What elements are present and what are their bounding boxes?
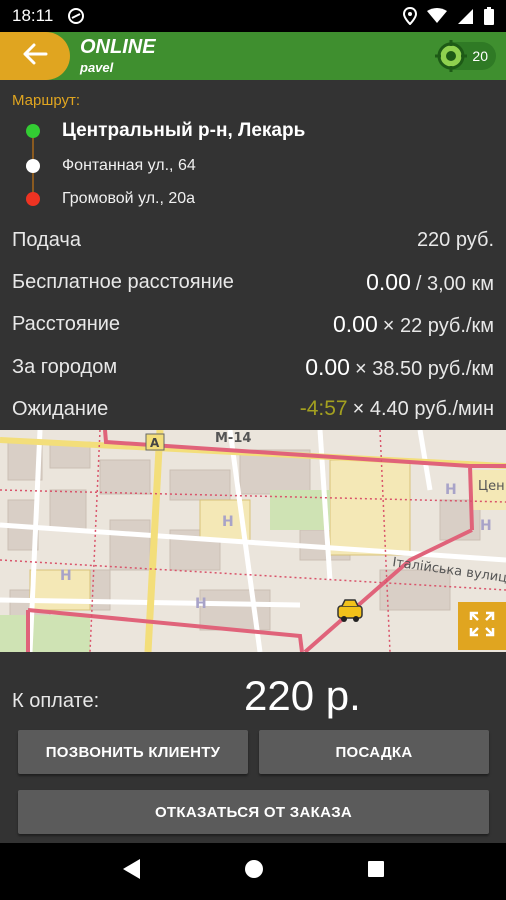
app-bar: ONLINE pavel 20 bbox=[0, 32, 506, 80]
fullscreen-icon bbox=[469, 611, 495, 642]
status-bar: 18:11 bbox=[0, 0, 506, 32]
map-view[interactable]: HHH HH А М-14 Італійська вулиц Цен bbox=[0, 430, 506, 652]
gps-status[interactable]: 20 bbox=[434, 39, 496, 73]
boarding-button[interactable]: ПОСАДКА bbox=[259, 730, 489, 774]
battery-icon bbox=[484, 7, 494, 25]
distance-label: Расстояние bbox=[12, 312, 121, 335]
free-distance-unit: / 3,00 км bbox=[415, 272, 494, 295]
outside-city-label: За городом bbox=[12, 355, 118, 378]
android-circle-icon bbox=[67, 7, 85, 25]
distance-rate: × 22 руб./км bbox=[382, 314, 494, 337]
outside-city-rate: × 38.50 руб./км bbox=[354, 357, 494, 380]
fare-row-outside-city: За городом 0.00 × 38.50 руб./км bbox=[12, 352, 494, 382]
payment-amount: 220 р. bbox=[244, 672, 361, 719]
map-canvas: HHH HH А М-14 Італійська вулиц Цен bbox=[0, 430, 506, 652]
arrow-left-icon bbox=[22, 43, 48, 70]
area-name-label: Цен bbox=[478, 479, 505, 494]
nav-recents-icon[interactable] bbox=[366, 859, 386, 884]
fare-row-pickup: Подача 220 руб. bbox=[12, 225, 494, 255]
stop-end-dot bbox=[26, 192, 40, 206]
fare-row-distance: Расстояние 0.00 × 22 руб./км bbox=[12, 309, 494, 339]
fare-row-waiting: Ожидание -4:57 × 4.40 руб./мин bbox=[12, 394, 494, 424]
distance-value: 0.00 bbox=[333, 310, 378, 337]
stop-start-label: Центральный р-н, Лекарь bbox=[62, 120, 306, 141]
cancel-order-button[interactable]: ОТКАЗАТЬСЯ ОТ ЗАКАЗА bbox=[18, 790, 489, 834]
svg-text:H: H bbox=[60, 568, 72, 584]
waiting-label: Ожидание bbox=[12, 397, 109, 420]
waiting-rate: × 4.40 руб./мин bbox=[352, 398, 494, 420]
free-distance-label: Бесплатное расстояние bbox=[12, 270, 234, 293]
stop-start-dot bbox=[26, 124, 40, 138]
payment-label: К оплате: bbox=[12, 690, 100, 712]
system-nav-bar bbox=[0, 843, 506, 900]
nav-back-icon[interactable] bbox=[120, 857, 142, 886]
stop-middle-label: Фонтанная ул., 64 bbox=[62, 157, 196, 174]
free-distance-value: 0.00 bbox=[366, 268, 411, 295]
road-name-label: М-14 bbox=[215, 431, 251, 446]
pickup-label: Подача bbox=[12, 228, 81, 251]
back-button[interactable] bbox=[0, 32, 70, 80]
waiting-timer: -4:57 bbox=[299, 397, 348, 420]
route-heading: Маршрут: bbox=[12, 92, 81, 109]
svg-text:H: H bbox=[222, 514, 234, 530]
svg-text:H: H bbox=[195, 596, 207, 612]
outside-city-value: 0.00 bbox=[305, 353, 350, 380]
map-expand-button[interactable] bbox=[458, 602, 506, 650]
stop-middle-dot bbox=[26, 159, 40, 173]
gps-target-icon bbox=[434, 39, 468, 73]
status-time: 18:11 bbox=[12, 6, 54, 25]
svg-text:H: H bbox=[445, 482, 457, 498]
signal-icon bbox=[457, 8, 474, 25]
road-marker-label: А bbox=[150, 436, 160, 450]
fare-row-free-distance: Бесплатное расстояние 0.00 / 3,00 км bbox=[12, 267, 494, 297]
location-icon bbox=[403, 7, 417, 25]
nav-home-icon[interactable] bbox=[243, 858, 265, 885]
call-client-button[interactable]: ПОЗВОНИТЬ КЛИЕНТУ bbox=[18, 730, 248, 774]
app-title: ONLINE bbox=[80, 36, 156, 58]
svg-text:H: H bbox=[480, 518, 492, 534]
driver-name: pavel bbox=[80, 60, 114, 75]
wifi-icon bbox=[427, 8, 447, 24]
stop-end-label: Громовой ул., 20а bbox=[62, 190, 196, 207]
pickup-value: 220 руб. bbox=[416, 228, 494, 251]
